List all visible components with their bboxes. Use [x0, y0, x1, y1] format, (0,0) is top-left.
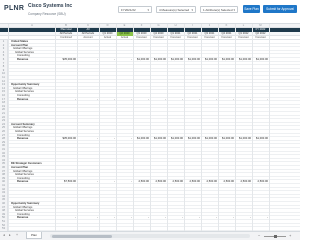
grid-line	[99, 24, 100, 231]
app-logo[interactable]: PLNR	[4, 5, 24, 12]
period-select[interactable]: FY2021/22 ▾	[118, 6, 152, 13]
zoom-slider-knob[interactable]	[274, 234, 277, 238]
horizontal-scrollbar[interactable]	[50, 234, 250, 238]
grid-line	[150, 24, 151, 231]
submit-approval-button[interactable]: Submit for Approval	[263, 5, 297, 13]
sheet-footer: ◂ ▸ + Plan − +	[0, 231, 300, 240]
scrollbar-thumb[interactable]	[52, 234, 112, 238]
grid-line	[184, 24, 185, 231]
app-header: PLNR Cisco Systems Inc Company Resource …	[0, 0, 300, 24]
grid-line	[8, 24, 9, 231]
chevron-down-icon: ▾	[233, 8, 235, 12]
chevron-down-icon: ▾	[191, 8, 193, 12]
grid-line	[269, 24, 270, 231]
grid-line	[116, 24, 117, 231]
grid-line	[235, 24, 236, 231]
spreadsheet-grid[interactable]: ABCDEFGHIJKLM Plan total All FY 2022 All P…	[0, 24, 300, 231]
sheet-tab-plan[interactable]: Plan	[26, 232, 43, 239]
add-sheet-icon[interactable]: +	[16, 233, 18, 237]
grid-line	[218, 24, 219, 231]
grid-line	[55, 24, 56, 231]
save-plan-button[interactable]: Save Plan	[243, 5, 260, 13]
period-select-value: FY2021/22	[121, 8, 136, 12]
attribute-select-value: 1 Attribute(s) Selected	[203, 8, 233, 12]
company-title: Cisco Systems Inc	[28, 3, 73, 9]
grid-line	[252, 24, 253, 231]
grid-line	[77, 24, 78, 231]
chevron-right-icon[interactable]: ▸	[9, 233, 11, 237]
zoom-in-button[interactable]: +	[289, 233, 291, 238]
measure-select-value: 4 Measure(s) Selected	[159, 8, 190, 12]
grid-line	[133, 24, 134, 231]
zoom-out-button[interactable]: −	[258, 233, 260, 238]
chevron-left-icon[interactable]: ◂	[3, 233, 5, 237]
attribute-select[interactable]: 1 Attribute(s) Selected ▾	[200, 6, 238, 13]
measure-select[interactable]: 4 Measure(s) Selected ▾	[156, 6, 196, 13]
chevron-down-icon: ▾	[147, 8, 149, 12]
grid-line	[167, 24, 168, 231]
grid-line	[201, 24, 202, 231]
company-subtitle: Company Resource (SBU)	[28, 12, 66, 16]
